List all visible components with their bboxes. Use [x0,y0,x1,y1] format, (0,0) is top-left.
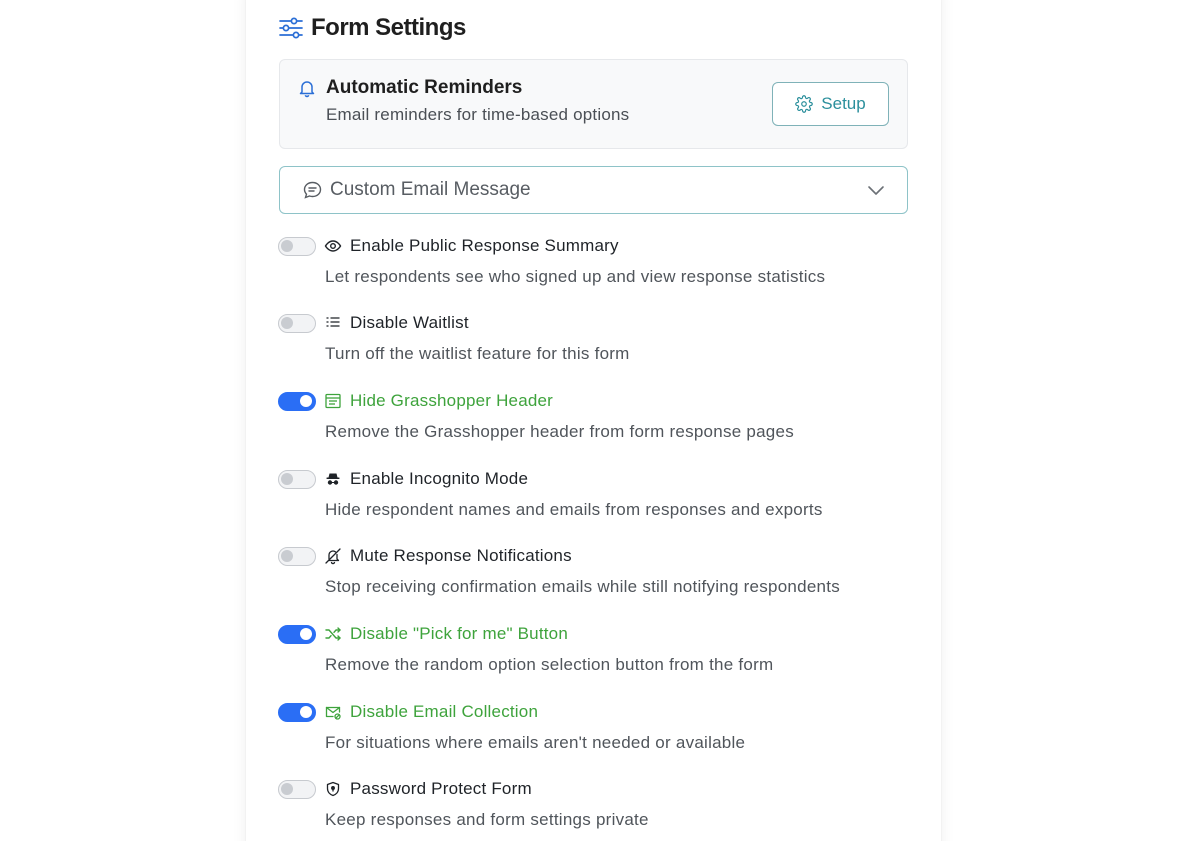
eye-icon [324,237,342,255]
chevron-down-icon [867,181,885,199]
setting-description: Hide respondent names and emails from re… [325,500,823,519]
bell-icon [297,78,317,98]
toggle-switch[interactable] [278,780,316,799]
page-title: Form Settings [311,14,466,41]
setting-label: Disable "Pick for me" Button [350,624,568,643]
toggle-switch[interactable] [278,314,316,333]
setting-description: Let respondents see who signed up and vi… [325,267,826,286]
setup-button[interactable]: Setup [772,82,889,126]
custom-email-message-accordion[interactable]: Custom Email Message [279,166,908,214]
setting-label: Disable Email Collection [350,702,539,721]
toggle-knob [300,628,312,640]
setting-hide-grasshopper-header: Hide Grasshopper Header Remove the Grass… [278,391,908,456]
setting-description: For situations where emails aren't neede… [325,733,746,752]
header-layout-icon [324,392,342,410]
toggle-switch[interactable] [278,625,316,644]
setting-mute-notifications: Mute Response Notifications Stop receivi… [278,546,908,611]
setting-label: Hide Grasshopper Header [350,391,554,410]
toggle-knob [281,317,293,329]
setting-description: Stop receiving confirmation emails while… [325,577,840,596]
setting-disable-waitlist: Disable Waitlist Turn off the waitlist f… [278,313,908,378]
reminders-subtitle: Email reminders for time-based options [326,105,630,124]
toggle-switch[interactable] [278,470,316,489]
setting-public-response-summary: Enable Public Response Summary Let respo… [278,236,908,301]
incognito-icon [324,470,342,488]
bell-off-icon [324,547,342,565]
setup-button-label: Setup [821,94,866,113]
automatic-reminders-card: Automatic Reminders Email reminders for … [279,59,908,149]
toggle-switch[interactable] [278,237,316,256]
sliders-icon [278,15,304,41]
toggle-switch[interactable] [278,703,316,722]
toggle-knob [281,240,293,252]
setting-label: Password Protect Form [350,779,532,798]
toggle-switch[interactable] [278,547,316,566]
setting-description: Remove the random option selection butto… [325,655,774,674]
gear-icon [795,95,814,113]
setting-label: Enable Public Response Summary [350,236,619,255]
toggle-knob [281,783,293,795]
reminders-title: Automatic Reminders [326,77,523,98]
toggle-knob [281,473,293,485]
setting-description: Remove the Grasshopper header from form … [325,422,794,441]
message-icon [302,180,323,201]
list-icon [324,314,342,332]
setting-pick-for-me-button: Disable "Pick for me" Button Remove the … [278,624,908,689]
setting-label: Mute Response Notifications [350,546,572,565]
mail-off-icon [324,703,342,721]
page-header: Form Settings [278,14,466,42]
toggle-switch[interactable] [278,392,316,411]
accordion-label: Custom Email Message [330,179,531,200]
toggle-knob [300,395,312,407]
setting-description: Turn off the waitlist feature for this f… [325,344,630,363]
setting-label: Enable Incognito Mode [350,469,529,488]
setting-label: Disable Waitlist [350,313,469,332]
shield-icon [324,780,342,798]
toggle-knob [281,550,293,562]
toggle-knob [300,706,312,718]
setting-disable-email-collection: Disable Email Collection For situations … [278,702,908,767]
setting-password-protect: Password Protect Form Keep responses and… [278,779,908,841]
setting-incognito-mode: Enable Incognito Mode Hide respondent na… [278,469,908,534]
setting-description: Keep responses and form settings private [325,810,649,829]
shuffle-icon [324,625,342,643]
